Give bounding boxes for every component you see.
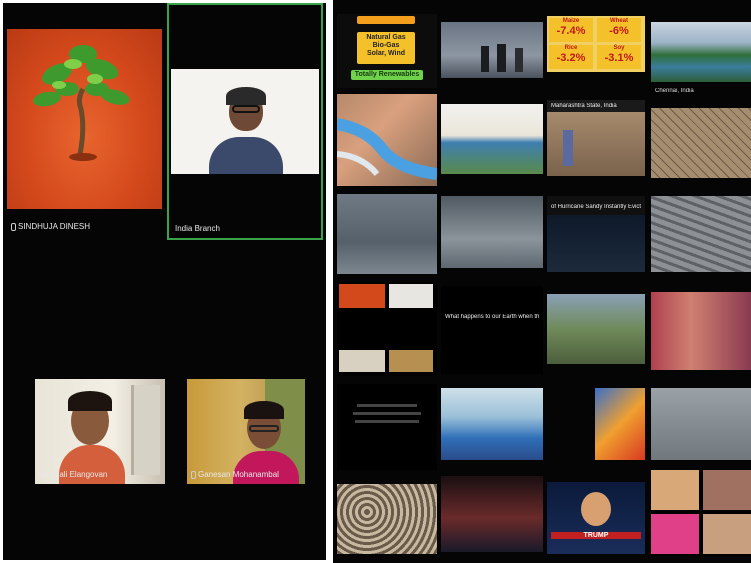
microphone-icon xyxy=(11,222,16,231)
stat-wheat: Wheat -6% xyxy=(597,18,641,42)
thumb-crop-yield-stats[interactable]: Maize -7.4% Wheat -6% Rice -3.2% Soy -3.… xyxy=(547,16,645,72)
video-gnanjali xyxy=(35,379,165,484)
participant-name-label: Gnanjali Elangovan xyxy=(38,470,108,479)
thumb-crowd-aerial[interactable] xyxy=(337,484,437,554)
caption-hurricane: of Hurricane Sandy Instantly Evicts New … xyxy=(551,204,641,210)
energy-top-badge xyxy=(357,16,415,24)
thumb-crowd-protest[interactable] xyxy=(651,292,751,370)
video-ganesan xyxy=(187,379,305,484)
video-call-panel: SINDHUJA DINESH India Branch Gnanjali El… xyxy=(3,3,326,560)
thumb-europe-heatmap[interactable] xyxy=(595,388,645,460)
thumb-river-aerial[interactable] xyxy=(337,94,437,186)
stat-soy: Soy -3.1% xyxy=(597,45,641,69)
thumb-energy-slide[interactable]: Natural Gas Bio-Gas Solar, Wind Totally … xyxy=(337,14,437,88)
thumb-flood-people[interactable] xyxy=(441,196,543,268)
thumb-cracked-earth[interactable] xyxy=(651,108,751,178)
caption-chennai-label: Chennai, India xyxy=(655,88,694,94)
thumb-maharashtra-drought[interactable]: Maharashtra State, India xyxy=(547,100,645,176)
participant-name-label: SINDHUJA DINESH xyxy=(11,222,90,231)
thumb-skater-road[interactable] xyxy=(441,388,543,460)
participant-tile-sindhuja[interactable]: SINDHUJA DINESH xyxy=(3,3,165,238)
thumb-gallery-people[interactable] xyxy=(651,470,751,556)
participant-name-label: India Branch xyxy=(175,224,220,233)
video-speaker xyxy=(171,69,319,174)
thumb-foggy-street[interactable] xyxy=(441,22,543,78)
thumb-flood-street[interactable] xyxy=(337,194,437,274)
stat-rice: Rice -3.2% xyxy=(549,45,593,69)
participant-name-label: Ganesan Mohanambal xyxy=(191,470,279,479)
energy-footer-badge: Totally Renewables xyxy=(351,70,423,80)
microphone-icon xyxy=(191,470,196,479)
plant-icon xyxy=(33,45,130,161)
thumb-earth-slide[interactable]: What happens to our Earth when the xyxy=(441,286,543,374)
caption-trump: TRUMP xyxy=(551,532,641,539)
video-plant-image xyxy=(7,29,162,209)
thumb-chennai-lake[interactable]: Chennai, India xyxy=(651,22,751,82)
thumbnail-grid-panel: Natural Gas Bio-Gas Solar, Wind Totally … xyxy=(333,0,751,563)
thumb-trump-news[interactable]: TRUMP xyxy=(547,482,645,554)
thumb-police-scene[interactable] xyxy=(651,388,751,460)
thumb-dark-text[interactable] xyxy=(337,384,437,470)
participant-tile-india-branch[interactable]: India Branch xyxy=(167,3,323,240)
stat-maize: Maize -7.4% xyxy=(549,18,593,42)
thumb-beach-coast[interactable] xyxy=(441,104,543,174)
participant-tile-ganesan[interactable]: Ganesan Mohanambal xyxy=(187,379,305,484)
river-icon xyxy=(337,118,437,180)
thumb-destroyed-town[interactable] xyxy=(651,196,751,272)
participant-tile-gnanjali[interactable]: Gnanjali Elangovan xyxy=(35,379,165,484)
thumb-storm-dark[interactable] xyxy=(441,476,543,552)
caption-maharashtra: Maharashtra State, India xyxy=(551,103,617,109)
thumb-call-gallery[interactable] xyxy=(337,282,437,376)
thumb-hurricane-sandy[interactable]: of Hurricane Sandy Instantly Evicts New … xyxy=(547,196,645,272)
caption-earth: What happens to our Earth when the xyxy=(445,314,539,320)
thumb-farmer-field[interactable] xyxy=(547,294,645,364)
energy-list-box: Natural Gas Bio-Gas Solar, Wind xyxy=(357,32,415,64)
